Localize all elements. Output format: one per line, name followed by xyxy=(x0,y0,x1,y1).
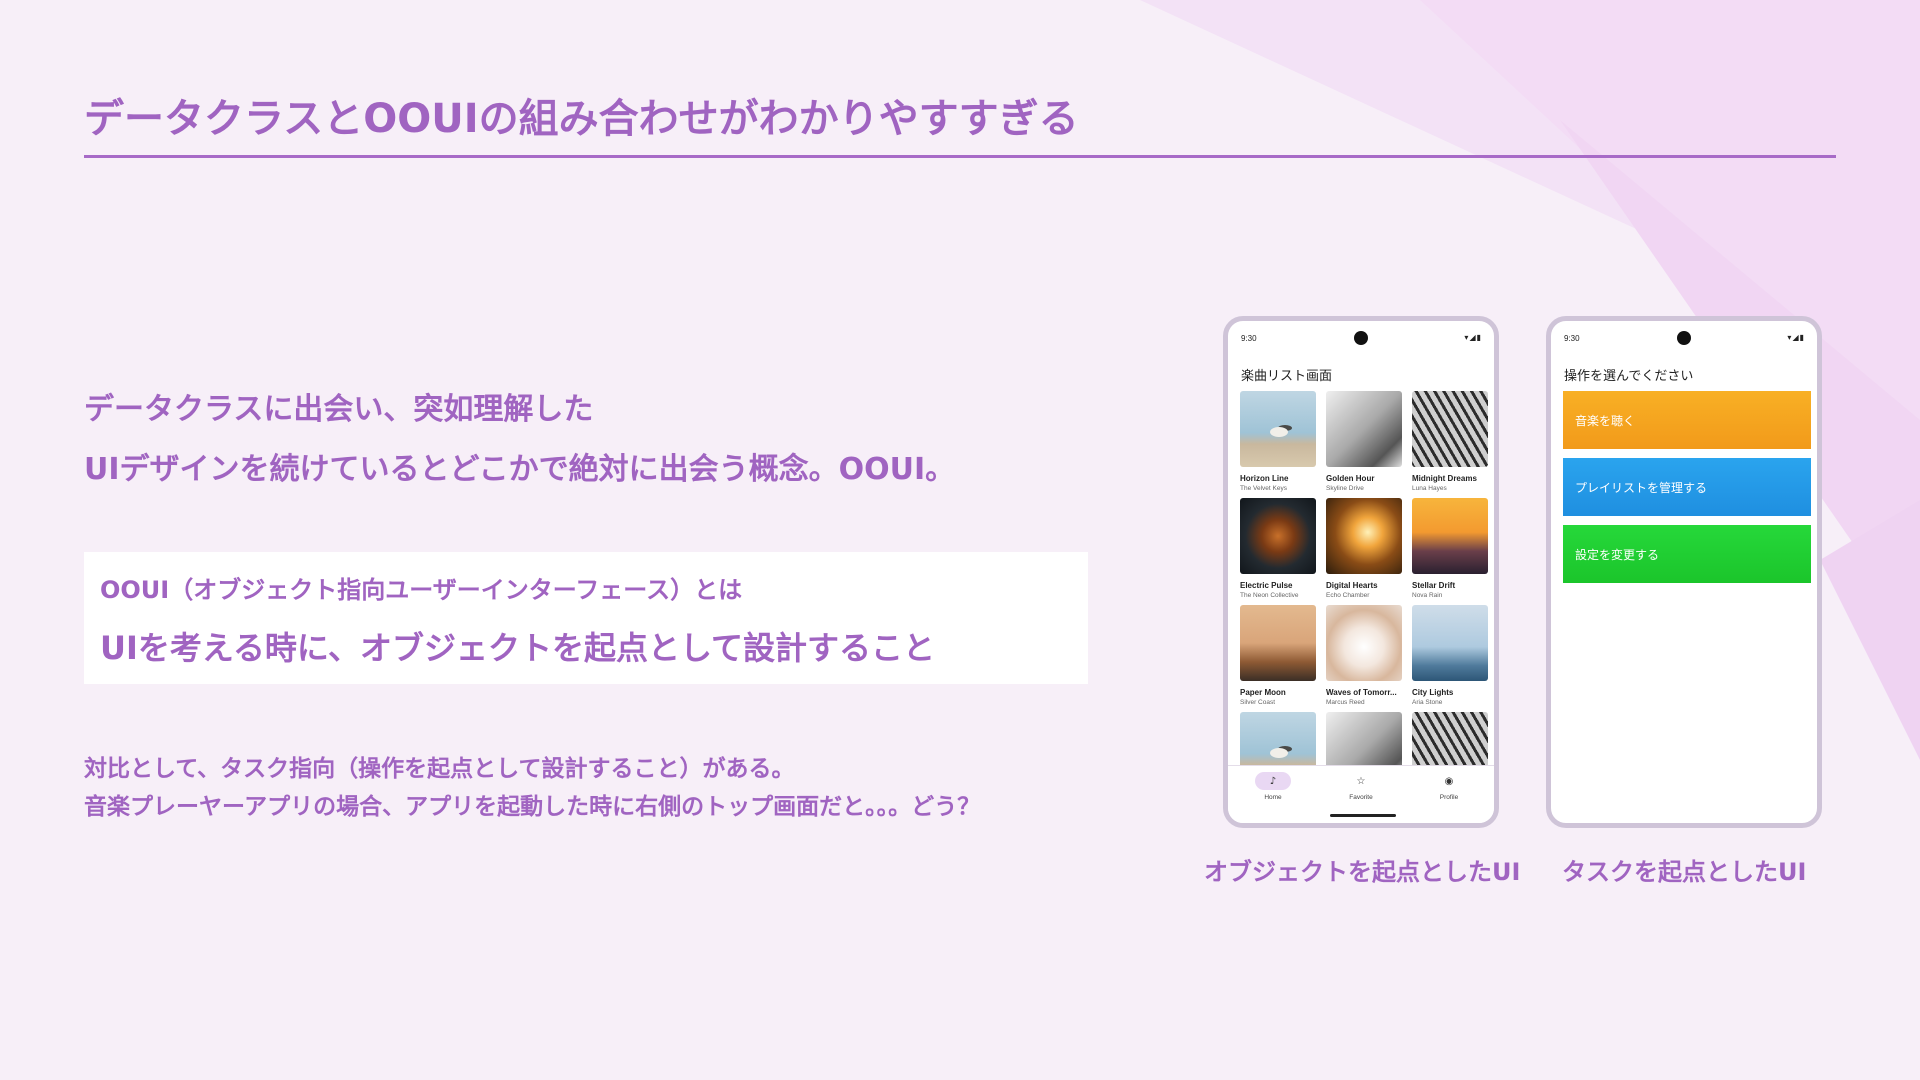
screen-title: 楽曲リスト画面 xyxy=(1241,369,1333,384)
status-bar: 9:30 ▾◢▮ xyxy=(1228,321,1494,351)
contrast-line: 音楽プレーヤーアプリの場合、アプリを起動した時に右側のトップ画面だと。。。どう？ xyxy=(84,794,981,820)
song-title: Digital Hearts xyxy=(1326,581,1378,590)
album-art xyxy=(1412,605,1488,681)
album-art xyxy=(1240,391,1316,467)
intro-line: データクラスに出会い、突如理解した xyxy=(84,392,594,427)
definition-text: UIを考える時に、オブジェクトを起点として設計すること xyxy=(100,629,936,667)
album-art xyxy=(1412,498,1488,574)
song-artist: The Neon Collective xyxy=(1240,592,1299,599)
song-artist: The Velvet Keys xyxy=(1240,485,1287,492)
song-card[interactable]: City Lights Aria Stone xyxy=(1412,605,1488,706)
manage-playlist-button[interactable]: プレイリストを管理する xyxy=(1563,458,1811,516)
listen-music-button[interactable]: 音楽を聴く xyxy=(1563,391,1811,449)
slide-title: データクラスとOOUIの組み合わせがわかりやすすぎる xyxy=(84,96,1079,142)
camera-icon xyxy=(1354,331,1368,345)
song-title: Midnight Dreams xyxy=(1412,474,1477,483)
album-art xyxy=(1412,391,1488,467)
song-title: Paper Moon xyxy=(1240,688,1286,697)
bottom-navigation: ♪ Home ☆ Favorite ◉ Profile xyxy=(1228,765,1494,823)
song-card[interactable]: Waves of Tomorr... Marcus Reed xyxy=(1326,605,1402,706)
nav-favorite[interactable]: ☆ Favorite xyxy=(1331,772,1391,802)
camera-icon xyxy=(1677,331,1691,345)
song-title: Horizon Line xyxy=(1240,474,1289,483)
status-time: 9:30 xyxy=(1564,334,1580,343)
album-art xyxy=(1326,391,1402,467)
song-artist: Luna Hayes xyxy=(1412,485,1447,492)
screen-title: 操作を選んでください xyxy=(1564,369,1694,384)
song-title: Golden Hour xyxy=(1326,474,1375,483)
definition-label: OOUI（オブジェクト指向ユーザーインターフェース）とは xyxy=(100,576,743,604)
object-ui-caption: オブジェクトを起点としたUI xyxy=(1204,858,1521,886)
music-note-icon: ♪ xyxy=(1255,772,1291,790)
signal-battery-icon: ▾◢▮ xyxy=(1464,333,1482,342)
definition-box: OOUI（オブジェクト指向ユーザーインターフェース）とは UIを考える時に、オブ… xyxy=(84,552,1088,684)
contrast-line: 対比として、タスク指向（操作を起点として設計すること）がある。 xyxy=(84,756,795,782)
contrast-text: 対比として、タスク指向（操作を起点として設計すること）がある。 音楽プレーヤーア… xyxy=(84,750,980,826)
song-title: Stellar Drift xyxy=(1412,581,1456,590)
song-card[interactable]: Stellar Drift Nova Rain xyxy=(1412,498,1488,599)
object-ui-phone: 9:30 ▾◢▮ 楽曲リスト画面 Horizon Line The Velvet… xyxy=(1223,316,1499,828)
song-title: Waves of Tomorr... xyxy=(1326,688,1397,697)
song-artist: Echo Chamber xyxy=(1326,592,1370,599)
song-artist: Nova Rain xyxy=(1412,592,1443,599)
nav-home[interactable]: ♪ Home xyxy=(1243,772,1303,801)
song-artist: Silver Coast xyxy=(1240,699,1276,706)
task-ui-phone: 9:30 ▾◢▮ 操作を選んでください 音楽を聴く プレイリストを管理する 設定… xyxy=(1546,316,1822,828)
album-art xyxy=(1326,498,1402,574)
song-title: City Lights xyxy=(1412,688,1454,697)
home-indicator xyxy=(1330,814,1396,817)
status-bar: 9:30 ▾◢▮ xyxy=(1551,321,1817,351)
song-card[interactable]: Electric Pulse The Neon Collective xyxy=(1240,498,1316,599)
song-card[interactable]: Midnight Dreams Luna Hayes xyxy=(1412,391,1488,492)
profile-icon: ◉ xyxy=(1444,775,1454,787)
album-art xyxy=(1240,605,1316,681)
song-card[interactable]: Horizon Line The Velvet Keys xyxy=(1240,391,1316,492)
intro-text: データクラスに出会い、突如理解した UIデザインを続けているとどこかで絶対に出会… xyxy=(84,380,955,500)
song-artist: Marcus Reed xyxy=(1326,699,1365,706)
song-card[interactable]: Digital Hearts Echo Chamber xyxy=(1326,498,1402,599)
nav-profile[interactable]: ◉ Profile xyxy=(1419,772,1479,802)
task-ui-caption: タスクを起点としたUI xyxy=(1562,858,1807,886)
song-artist: Aria Stone xyxy=(1412,699,1443,706)
status-time: 9:30 xyxy=(1241,334,1257,343)
song-card[interactable]: Paper Moon Silver Coast xyxy=(1240,605,1316,706)
song-title: Electric Pulse xyxy=(1240,581,1293,590)
change-settings-button[interactable]: 設定を変更する xyxy=(1563,525,1811,583)
album-art xyxy=(1326,605,1402,681)
nav-label: Favorite xyxy=(1349,794,1373,801)
song-artist: Skyline Drive xyxy=(1326,485,1364,492)
nav-label: Home xyxy=(1264,794,1282,801)
star-icon: ☆ xyxy=(1356,775,1366,787)
song-card[interactable]: Golden Hour Skyline Drive xyxy=(1326,391,1402,492)
title-divider xyxy=(84,155,1836,158)
nav-label: Profile xyxy=(1439,794,1459,801)
album-art xyxy=(1240,498,1316,574)
signal-battery-icon: ▾◢▮ xyxy=(1787,333,1805,342)
intro-line: UIデザインを続けているとどこかで絶対に出会う概念。OOUI。 xyxy=(84,452,956,487)
